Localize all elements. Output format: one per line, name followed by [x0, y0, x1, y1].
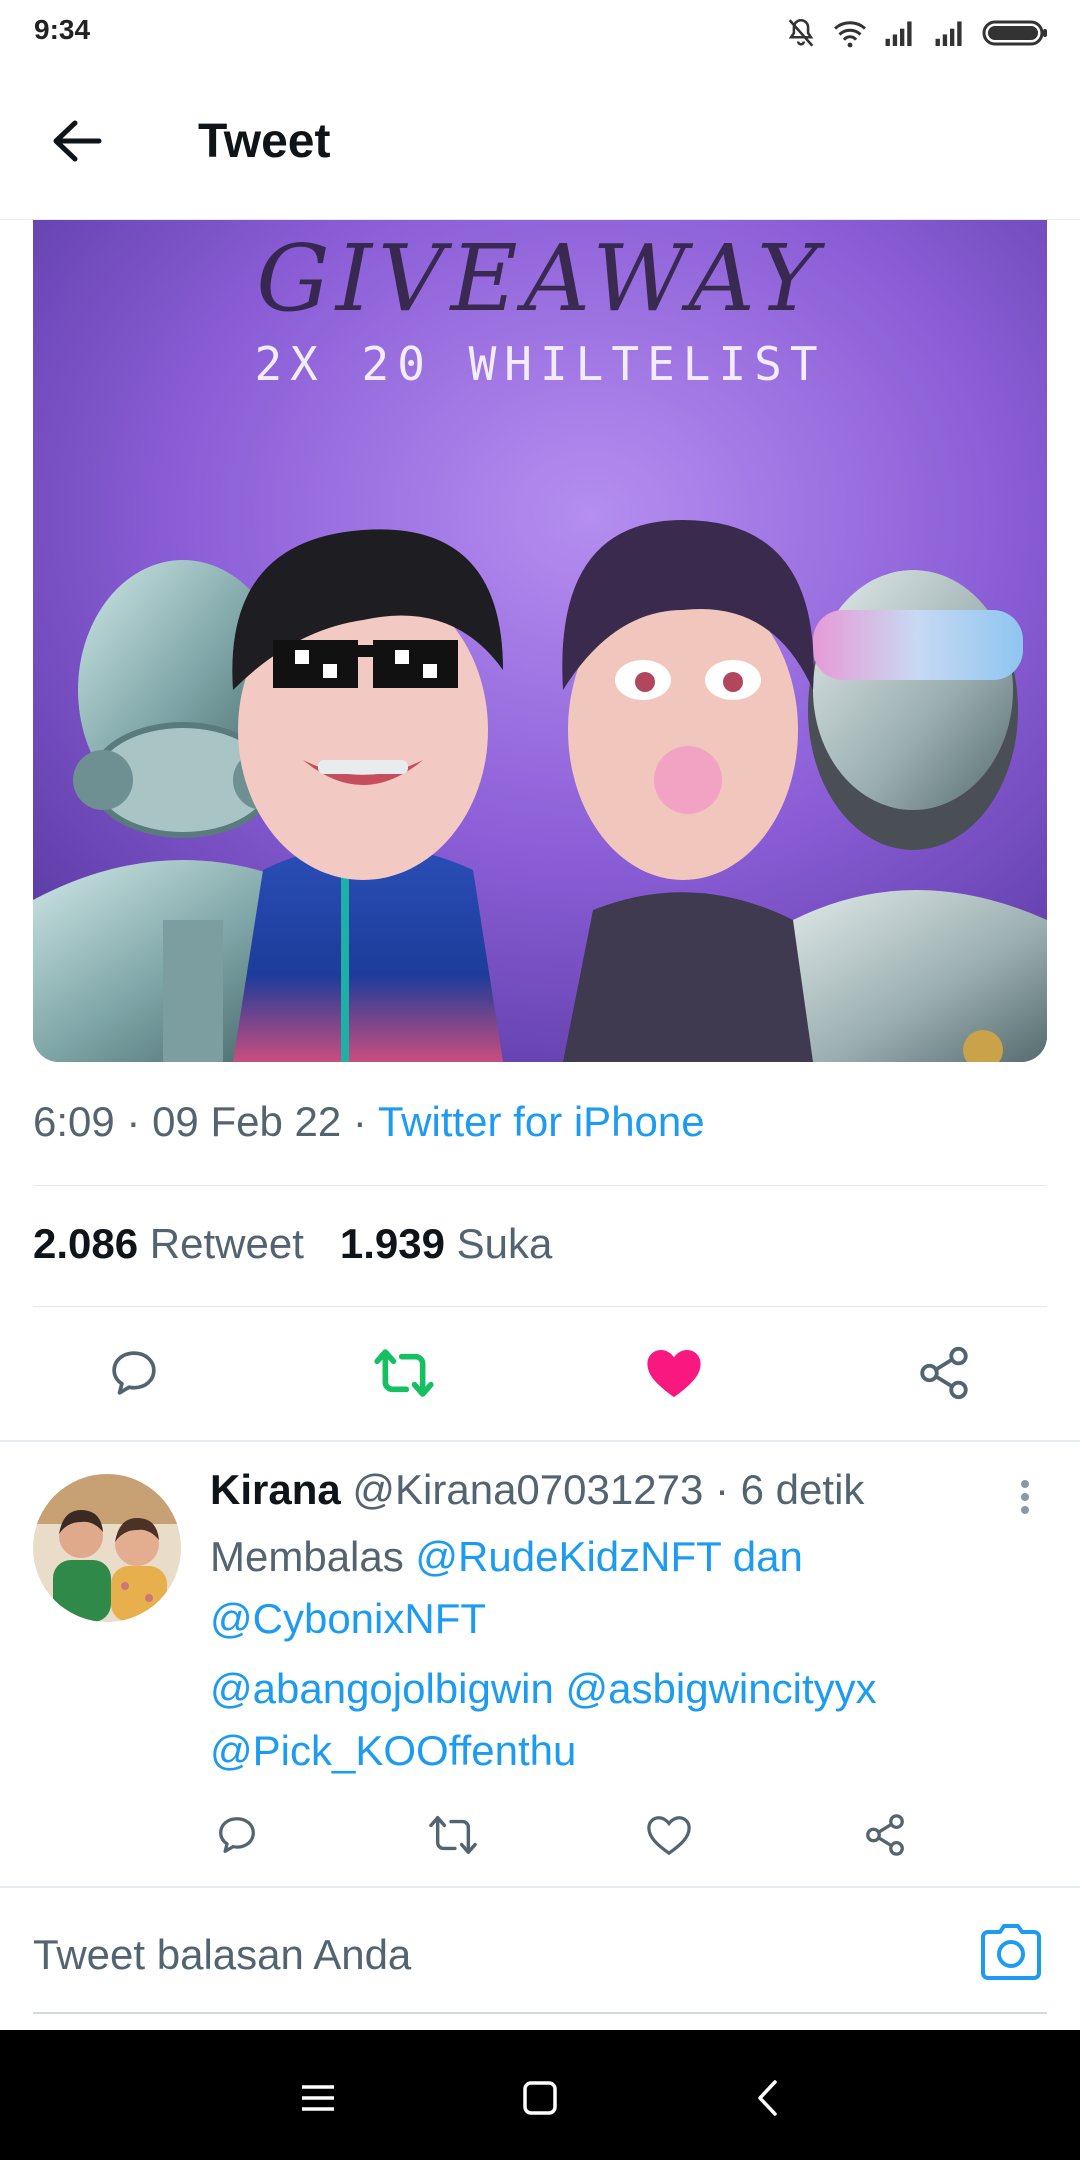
reply-share-button[interactable] — [858, 1810, 912, 1864]
recent-apps-button[interactable] — [293, 2075, 343, 2125]
meta-separator: · — [714, 1466, 729, 1513]
home-button[interactable] — [515, 2075, 565, 2125]
app-header: Tweet — [0, 66, 1080, 220]
replying-prefix: Membalas — [210, 1533, 404, 1580]
reply-like-button[interactable] — [642, 1810, 696, 1864]
tweet-detail-screen: 9:34 Tweet GIVEAWAY 2X 20 WHILTELIST 6:0… — [0, 0, 1080, 2160]
reply-body-line-2: @Pick_KOOffenthu — [210, 1720, 576, 1782]
tweet-source-link[interactable]: Twitter for iPhone — [378, 1098, 705, 1145]
retweet-button[interactable] — [372, 1343, 436, 1407]
share-icon — [862, 1812, 908, 1863]
likes-stat[interactable]: 1.939 Suka — [340, 1220, 553, 1267]
reply-body-line-1: @abangojolbigwin @asbigwincityyx — [210, 1658, 877, 1720]
reply-icon — [106, 1345, 162, 1406]
retweet-icon — [428, 1812, 478, 1863]
giveaway-subtitle-text: 2X 20 WHILTELIST — [254, 337, 825, 391]
chevron-left-icon — [755, 2079, 779, 2122]
status-icons — [784, 16, 1048, 50]
section-divider — [0, 1886, 1080, 1888]
meta-separator: · — [341, 1098, 378, 1145]
section-divider — [0, 1440, 1080, 1442]
mention-link[interactable]: @Pick_KOOffenthu — [210, 1727, 576, 1774]
reply-author-handle[interactable]: @Kirana07031273 — [352, 1466, 703, 1513]
retweet-label: Retweet — [149, 1220, 304, 1267]
giveaway-title-text: GIVEAWAY — [256, 225, 826, 332]
like-icon — [646, 1813, 692, 1862]
battery-icon — [982, 19, 1048, 47]
share-button[interactable] — [912, 1343, 976, 1407]
share-icon — [915, 1344, 973, 1407]
arrow-left-icon — [51, 119, 103, 168]
status-time: 9:34 — [34, 14, 91, 45]
like-label: Suka — [456, 1220, 553, 1267]
menu-icon — [300, 2083, 336, 2118]
reply-retweet-button[interactable] — [426, 1810, 480, 1864]
tweet-time: 6:09 — [33, 1098, 115, 1145]
like-count: 1.939 — [339, 1220, 445, 1267]
reply-input[interactable] — [33, 1930, 933, 1980]
replying-to-line-2: @CybonixNFT — [210, 1588, 486, 1650]
back-button[interactable] — [42, 108, 112, 178]
signal-icon — [882, 20, 918, 46]
tweet-media-image[interactable]: GIVEAWAY 2X 20 WHILTELIST — [33, 220, 1047, 1062]
mention-link[interactable]: @asbigwincityyx — [566, 1665, 877, 1712]
system-navigation-bar — [0, 2030, 1080, 2160]
reply-header: Kirana @Kirana07031273 · 6 detik — [210, 1466, 864, 1514]
tweet-action-bar — [0, 1310, 1080, 1440]
mention-link[interactable]: @CybonixNFT — [210, 1595, 486, 1642]
signal-icon — [932, 20, 968, 46]
reply-avatar[interactable] — [33, 1474, 181, 1622]
giveaway-artwork: GIVEAWAY 2X 20 WHILTELIST — [33, 220, 1047, 1062]
status-bar: 9:34 — [0, 0, 1080, 66]
page-title: Tweet — [198, 115, 331, 168]
tweet-stats: 2.086 Retweet 1.939 Suka — [33, 1220, 552, 1268]
retweets-stat[interactable]: 2.086 Retweet — [33, 1220, 304, 1267]
reply-author-name[interactable]: Kirana — [210, 1466, 341, 1513]
divider — [33, 1185, 1047, 1186]
mute-bell-icon — [784, 16, 818, 50]
composer-underline — [33, 2012, 1047, 2014]
reply-composer — [0, 1890, 1080, 2020]
meta-separator: · — [114, 1098, 153, 1145]
like-button[interactable] — [642, 1343, 706, 1407]
avatar-photo — [33, 1474, 181, 1622]
mention-link[interactable]: @abangojolbigwin — [210, 1665, 554, 1712]
more-options-button[interactable] — [1010, 1472, 1040, 1522]
mention-link[interactable]: @RudeKidzNFT — [415, 1533, 721, 1580]
camera-button[interactable] — [980, 1924, 1046, 1986]
system-back-button[interactable] — [742, 2075, 792, 2125]
camera-icon — [980, 1924, 1042, 1984]
reply-action-bar — [0, 1806, 1080, 1868]
wifi-icon — [832, 18, 868, 48]
like-icon — [645, 1346, 703, 1405]
replying-and[interactable]: dan — [733, 1533, 803, 1580]
reply-reply-button[interactable] — [210, 1810, 264, 1864]
retweet-icon — [373, 1345, 435, 1406]
square-icon — [522, 2080, 558, 2121]
reply-button[interactable] — [102, 1343, 166, 1407]
tweet-date: 09 Feb 22 — [152, 1098, 342, 1145]
more-vertical-icon — [1010, 1480, 1040, 1526]
divider — [33, 1306, 1047, 1307]
replying-to-line: Membalas @RudeKidzNFT dan — [210, 1526, 803, 1588]
retweet-count: 2.086 — [33, 1220, 139, 1267]
reply-time: 6 detik — [740, 1466, 865, 1513]
tweet-meta: 6:09 · 09 Feb 22 · Twitter for iPhone — [33, 1098, 705, 1146]
reply-icon — [214, 1812, 260, 1863]
